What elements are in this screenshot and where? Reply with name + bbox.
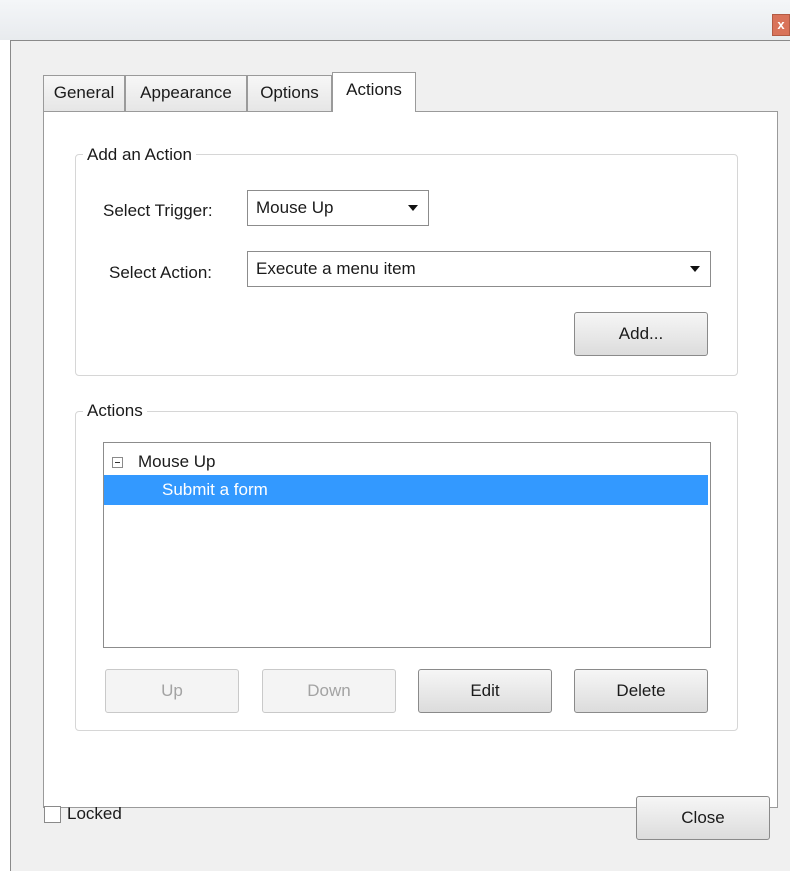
- select-trigger-label: Select Trigger:: [103, 201, 213, 220]
- title-bar: [0, 0, 790, 40]
- locked-label: Locked: [67, 804, 122, 823]
- down-button[interactable]: Down: [262, 669, 396, 713]
- collapse-icon[interactable]: [112, 457, 123, 468]
- edit-button[interactable]: Edit: [418, 669, 552, 713]
- actions-tree-list[interactable]: Mouse Up Submit a form: [103, 442, 711, 648]
- delete-button[interactable]: Delete: [574, 669, 708, 713]
- window-close-button[interactable]: x: [772, 14, 790, 36]
- select-trigger-dropdown[interactable]: Mouse Up: [247, 190, 429, 226]
- tab-options[interactable]: Options: [247, 75, 332, 111]
- tree-item-action[interactable]: Submit a form: [104, 475, 708, 505]
- up-button[interactable]: Up: [105, 669, 239, 713]
- tree-item-action-label: Submit a form: [162, 480, 268, 499]
- locked-checkbox[interactable]: [44, 806, 61, 823]
- tab-actions[interactable]: Actions: [332, 72, 416, 112]
- close-button[interactable]: Close: [636, 796, 770, 840]
- add-action-group-title: Add an Action: [83, 145, 196, 165]
- actions-group-title: Actions: [83, 401, 147, 421]
- select-action-value: Execute a menu item: [256, 259, 416, 278]
- chevron-down-icon: [680, 252, 710, 286]
- add-button[interactable]: Add...: [574, 312, 708, 356]
- select-trigger-value: Mouse Up: [256, 198, 334, 217]
- tree-item-trigger[interactable]: Mouse Up: [104, 447, 708, 477]
- chevron-down-icon: [398, 191, 428, 225]
- properties-dialog: General Appearance Options Actions Add a…: [10, 40, 790, 871]
- tab-appearance[interactable]: Appearance: [125, 75, 247, 111]
- tree-item-trigger-label: Mouse Up: [138, 452, 216, 471]
- tab-general[interactable]: General: [43, 75, 125, 111]
- select-action-label: Select Action:: [109, 263, 213, 282]
- select-action-dropdown[interactable]: Execute a menu item: [247, 251, 711, 287]
